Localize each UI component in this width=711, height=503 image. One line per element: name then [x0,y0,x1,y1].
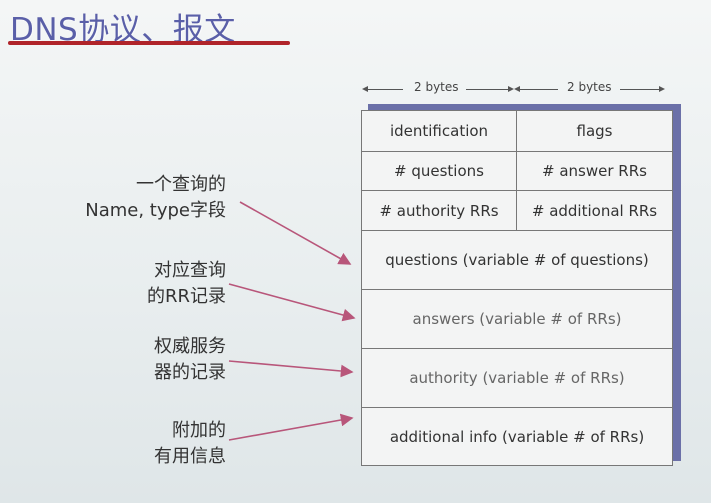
annotation-arrows [228,201,356,441]
arrow-to-answers [228,283,356,322]
arrow-to-additional [228,413,354,441]
arrow-to-questions [239,201,352,265]
arrow-to-authority [228,360,354,378]
